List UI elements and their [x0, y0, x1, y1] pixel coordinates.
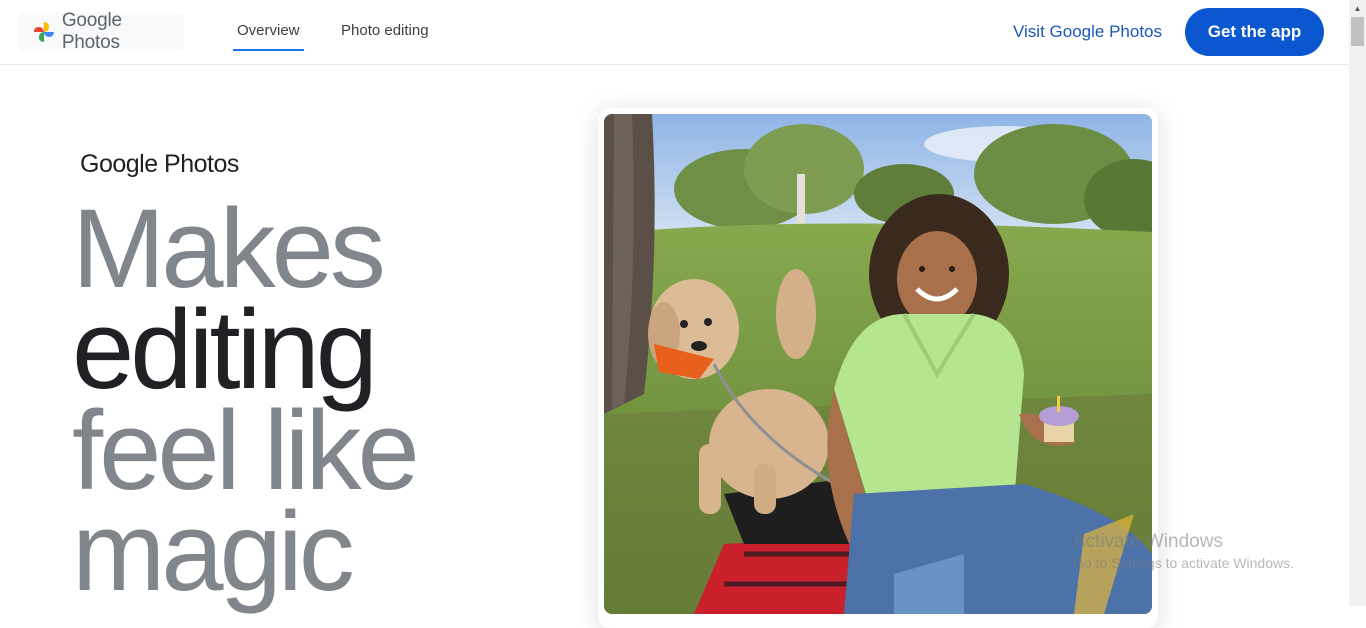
- top-nav-bar: Google Photos Overview Photo editing Vis…: [0, 0, 1349, 65]
- hero-photo: [604, 114, 1152, 614]
- tab-overview[interactable]: Overview: [233, 22, 304, 51]
- google-photos-logo[interactable]: Google Photos: [18, 10, 184, 53]
- get-the-app-button[interactable]: Get the app: [1185, 8, 1324, 56]
- tab-photo-editing[interactable]: Photo editing: [341, 22, 429, 51]
- headline-line-2: editing: [72, 287, 378, 412]
- watermark-title: Activate Windows: [1073, 531, 1223, 552]
- vertical-scrollbar[interactable]: ▲: [1349, 0, 1366, 606]
- photo-image: [604, 114, 1152, 614]
- hero-headline: Makes editing feel like magic: [72, 186, 420, 614]
- pinwheel-icon: [33, 22, 54, 42]
- watermark-subtitle: Go to Settings to activate Windows.: [1073, 555, 1294, 571]
- hero-brand-title: Google Photos: [80, 150, 239, 178]
- headline-line-1: Makes: [72, 186, 386, 311]
- headline-line-4: magic: [72, 489, 355, 614]
- visit-google-photos-link[interactable]: Visit Google Photos: [1013, 22, 1162, 42]
- logo-text: Google Photos: [61, 10, 122, 53]
- activate-windows-watermark: Activate Windows Go to Settings to activ…: [1073, 531, 1294, 571]
- scroll-up-arrow-icon[interactable]: ▲: [1349, 0, 1366, 17]
- scroll-thumb[interactable]: [1351, 17, 1364, 46]
- headline-line-3: feel like: [72, 388, 420, 513]
